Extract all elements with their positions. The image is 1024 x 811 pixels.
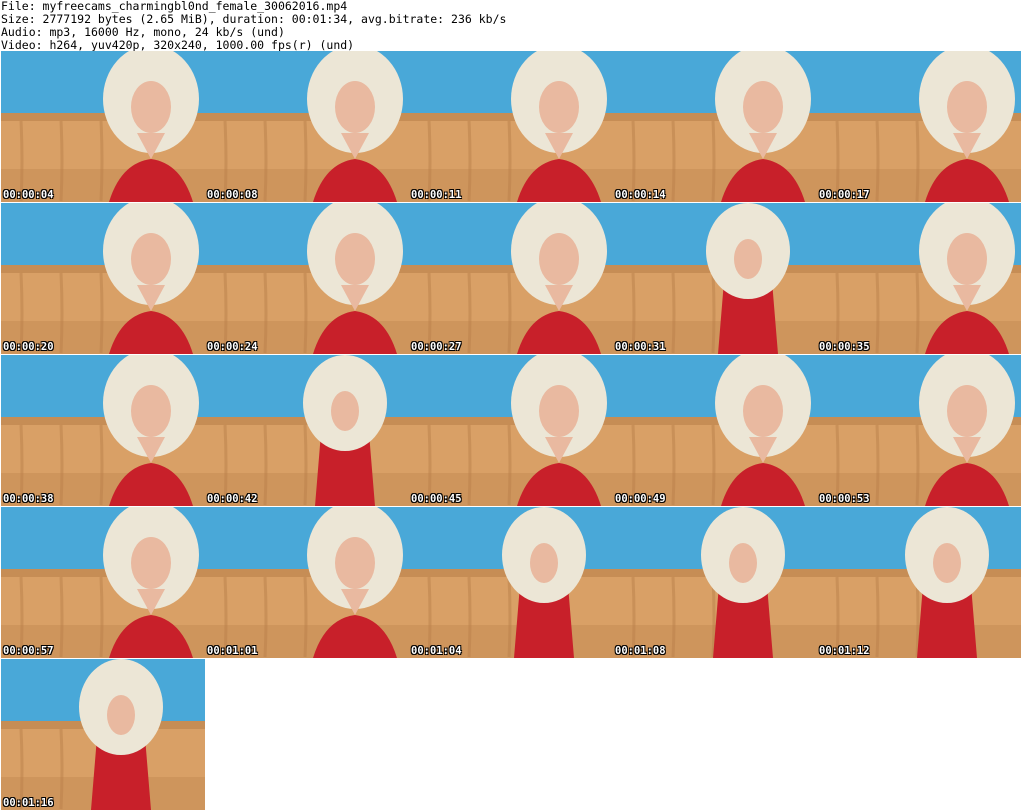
video-frame-thumbnail: 00:00:20 (1, 203, 205, 354)
frame-timestamp: 00:00:45 (411, 493, 462, 505)
video-frame-thumbnail: 00:00:31 (613, 203, 817, 354)
video-frame-thumbnail: 00:01:16 (1, 659, 205, 810)
frame-image (1, 203, 205, 354)
video-frame-thumbnail: 00:00:53 (817, 355, 1021, 506)
frame-image (817, 507, 1021, 658)
frame-timestamp: 00:00:08 (207, 189, 258, 201)
video-frame-thumbnail: 00:00:24 (205, 203, 409, 354)
video-frame-thumbnail: 00:00:38 (1, 355, 205, 506)
frame-image (817, 203, 1021, 354)
frame-image (205, 51, 409, 202)
video-frame-thumbnail: 00:01:08 (613, 507, 817, 658)
frame-timestamp: 00:00:49 (615, 493, 666, 505)
video-frame-thumbnail: 00:00:57 (1, 507, 205, 658)
frame-image (817, 355, 1021, 506)
frame-timestamp: 00:01:16 (3, 797, 54, 809)
frame-image (613, 51, 817, 202)
frame-image (205, 507, 409, 658)
frame-timestamp: 00:00:42 (207, 493, 258, 505)
frame-image (205, 203, 409, 354)
frame-timestamp: 00:00:20 (3, 341, 54, 353)
frame-timestamp: 00:00:35 (819, 341, 870, 353)
frame-image (1, 51, 205, 202)
frame-timestamp: 00:00:11 (411, 189, 462, 201)
frame-image (409, 355, 613, 506)
video-frame-thumbnail: 00:01:04 (409, 507, 613, 658)
video-frame-thumbnail: 00:01:12 (817, 507, 1021, 658)
frame-timestamp: 00:00:31 (615, 341, 666, 353)
frame-image (613, 355, 817, 506)
frame-image (817, 51, 1021, 202)
video-frame-thumbnail: 00:01:01 (205, 507, 409, 658)
video-frame-thumbnail: 00:00:04 (1, 51, 205, 202)
frame-image (205, 355, 409, 506)
frame-image (613, 203, 817, 354)
video-frame-thumbnail: 00:00:45 (409, 355, 613, 506)
frame-timestamp: 00:01:01 (207, 645, 258, 657)
frame-image (409, 507, 613, 658)
video-frame-thumbnail: 00:00:49 (613, 355, 817, 506)
frame-timestamp: 00:01:04 (411, 645, 462, 657)
frame-image (613, 507, 817, 658)
frame-timestamp: 00:00:38 (3, 493, 54, 505)
frame-timestamp: 00:00:17 (819, 189, 870, 201)
video-frame-thumbnail: 00:00:42 (205, 355, 409, 506)
frame-image (1, 507, 205, 658)
video-frame-thumbnail: 00:00:11 (409, 51, 613, 202)
video-frame-thumbnail: 00:00:35 (817, 203, 1021, 354)
frame-timestamp: 00:00:24 (207, 341, 258, 353)
frame-image (409, 203, 613, 354)
video-frame-thumbnail: 00:00:14 (613, 51, 817, 202)
frame-image (409, 51, 613, 202)
frame-image (1, 355, 205, 506)
frame-timestamp: 00:00:14 (615, 189, 666, 201)
frame-timestamp: 00:01:12 (819, 645, 870, 657)
frame-timestamp: 00:01:08 (615, 645, 666, 657)
video-frame-thumbnail: 00:00:27 (409, 203, 613, 354)
file-info-header: File: myfreecams_charmingbl0nd_female_30… (1, 0, 506, 52)
frame-timestamp: 00:00:27 (411, 341, 462, 353)
frame-timestamp: 00:00:04 (3, 189, 54, 201)
video-frame-thumbnail: 00:00:17 (817, 51, 1021, 202)
frame-timestamp: 00:00:57 (3, 645, 54, 657)
video-frame-thumbnail: 00:00:08 (205, 51, 409, 202)
frame-image (1, 659, 205, 810)
frame-timestamp: 00:00:53 (819, 493, 870, 505)
